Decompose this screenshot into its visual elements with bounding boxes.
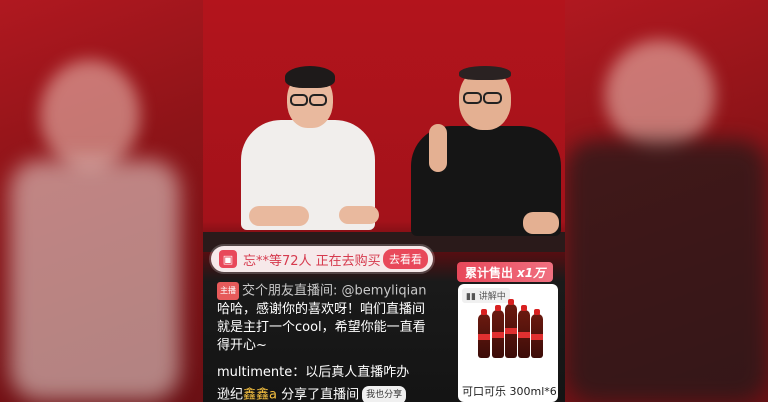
- product-card[interactable]: ▮▮ 讲解中 可口可乐 300ml*6: [458, 284, 558, 402]
- blurred-body: [10, 160, 180, 400]
- tag-label: 讲解中: [478, 292, 506, 302]
- share-text: 分享了直播间: [281, 387, 360, 402]
- total-sold-badge: 累计售出 x1万: [457, 262, 554, 282]
- comment-user: multimente: [217, 364, 293, 380]
- comment-text: 就是主打一个cool，希望你能一直看: [217, 319, 426, 335]
- comment-item: 主播 交个朋友直播间: @bemyliqian: [203, 282, 453, 301]
- comment-text: 哈哈，感谢你的喜欢呀！咱们直播间: [217, 301, 426, 317]
- user-level-badge: 主播: [217, 282, 239, 300]
- explaining-tag: ▮▮ 讲解中: [462, 288, 510, 303]
- host-right: [403, 60, 563, 240]
- blurred-background-right: [565, 0, 768, 402]
- comment-text: 得开心~: [217, 337, 267, 353]
- blurred-head: [40, 60, 140, 170]
- blurred-body: [565, 140, 768, 402]
- comment-text: 以后真人直播咋办: [305, 364, 410, 380]
- banner-text: 忘**等72人 正在去购买: [243, 253, 381, 269]
- shopping-bag-icon: ▣: [219, 250, 237, 268]
- chart-icon: ▮▮: [466, 292, 476, 302]
- blurred-background-left: [0, 0, 203, 402]
- host-left: [241, 66, 381, 236]
- highlight-name: 鑫鑫a: [243, 387, 277, 402]
- comment-handle: @bemyliqian: [341, 283, 427, 299]
- viewers-buying-banner[interactable]: ▣ 忘**等72人 正在去购买 去看看: [211, 246, 433, 272]
- comment-user: 交个朋友直播间: [242, 283, 334, 299]
- comment-item: multimente：以后真人直播咋办: [217, 364, 410, 380]
- sales-label: 累计售出: [465, 265, 514, 280]
- product-title: 可口可乐 300ml*6: [462, 385, 557, 398]
- go-look-button[interactable]: 去看看: [383, 249, 428, 269]
- share-button[interactable]: 我也分享: [362, 385, 407, 402]
- comment-user: 逊纪: [217, 387, 244, 402]
- live-video[interactable]: ▣ 忘**等72人 正在去购买 去看看 累计售出 x1万 ▮▮ 讲解中 可口可乐…: [203, 0, 565, 402]
- share-notice: 逊纪鑫鑫a 分享了直播间 我也分享: [203, 385, 453, 402]
- blurred-head: [605, 40, 715, 150]
- sales-count: x1万: [517, 265, 546, 280]
- comment-feed: 主播 交个朋友直播间: @bemyliqian 哈哈，感谢你的喜欢呀！咱们直播间 …: [203, 282, 453, 402]
